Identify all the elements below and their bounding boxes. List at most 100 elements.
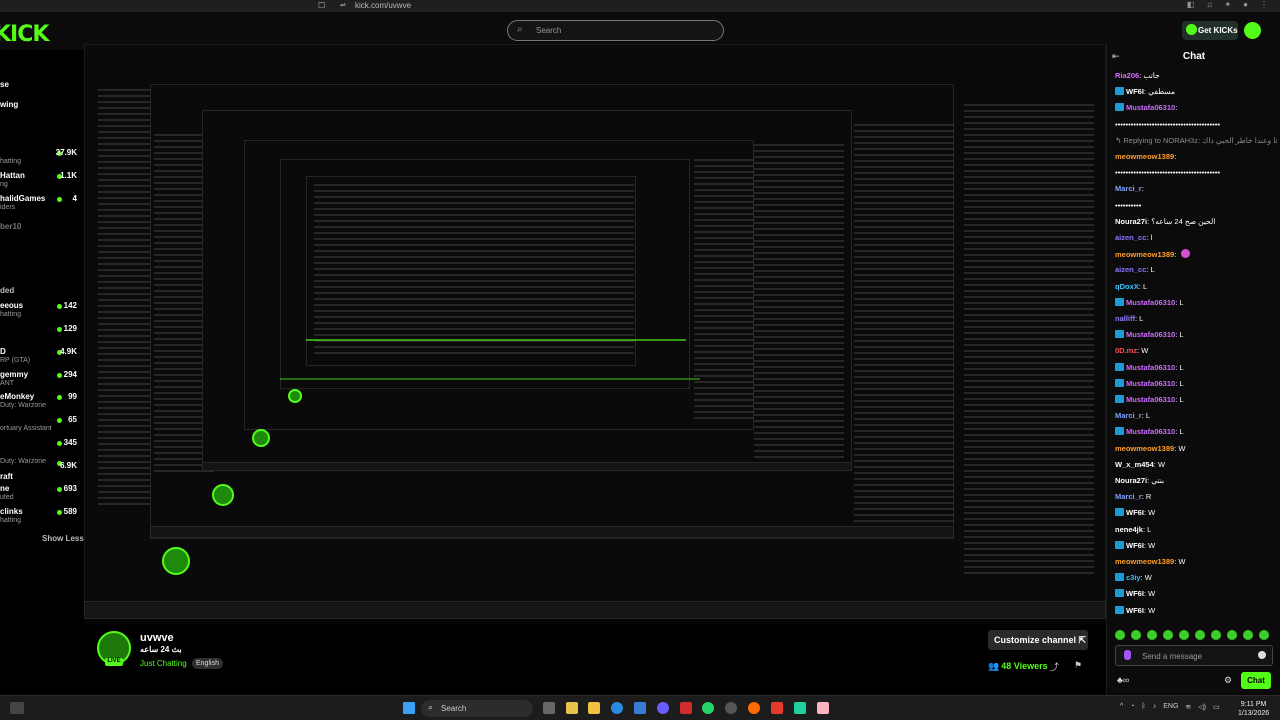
chat-username[interactable]: Marci_r xyxy=(1115,411,1142,420)
mic-icon[interactable]: ♪ xyxy=(1153,703,1157,711)
profile-icon[interactable]: ● xyxy=(1243,0,1248,9)
sidebar-channel[interactable]: ne uted 693 xyxy=(0,484,80,504)
sidebar-channel[interactable]: hatting 37.9K xyxy=(0,148,80,168)
sidebar-channel[interactable]: ortuary Assistant 65 xyxy=(0,415,80,435)
language-indicator[interactable]: ENG xyxy=(1163,703,1178,711)
chat-username[interactable]: Mustafa06310 xyxy=(1126,427,1175,436)
discord-icon[interactable] xyxy=(657,702,669,714)
sidebar-channel[interactable]: gemmy ANT 294 xyxy=(0,370,80,390)
wifi-icon[interactable]: ≋ xyxy=(1185,703,1191,711)
volume-icon[interactable]: ◁) xyxy=(1198,703,1206,711)
chat-username[interactable]: Mustafa06310 xyxy=(1126,298,1175,307)
emote-icon[interactable] xyxy=(1211,630,1221,640)
taskbar-search[interactable]: ⌕ Search xyxy=(421,700,533,717)
customize-channel-button[interactable]: Customize channel ⇱ xyxy=(988,630,1088,650)
emote-icon[interactable] xyxy=(1115,630,1125,640)
language-tag[interactable]: English xyxy=(192,658,223,669)
emote-icon[interactable] xyxy=(1259,630,1269,640)
emote-icon[interactable] xyxy=(1227,630,1237,640)
streamer-name[interactable]: uvwve xyxy=(140,632,174,644)
send-chat-button[interactable]: Chat xyxy=(1241,672,1271,689)
sidebar-channel[interactable]: clinks hatting 589 xyxy=(0,507,80,527)
chevron-up-icon[interactable]: ^ xyxy=(1120,703,1123,711)
obs-icon[interactable] xyxy=(725,702,737,714)
brave-icon[interactable] xyxy=(748,702,760,714)
notepad-icon[interactable] xyxy=(817,702,829,714)
menu-icon[interactable]: ⋮ xyxy=(1260,0,1268,9)
chat-username[interactable]: meowmeow1389 xyxy=(1115,444,1174,453)
chat-username[interactable]: 0D.mz xyxy=(1115,346,1137,355)
chat-username[interactable]: meowmeow1389 xyxy=(1115,557,1174,566)
chat-username[interactable]: Mustafa06310 xyxy=(1126,330,1175,339)
chat-username[interactable]: WF6I xyxy=(1126,589,1144,598)
get-kicks-button[interactable]: Get KICKs xyxy=(1182,21,1238,40)
app-icon[interactable] xyxy=(680,702,692,714)
share-icon[interactable]: ⤴ xyxy=(1050,660,1059,673)
sidebar-channel[interactable]: Duty: Warzone 6.9K xyxy=(0,448,80,470)
file-explorer-icon[interactable] xyxy=(588,702,600,714)
sidebar-channel[interactable]: D RP (GTA) 4.9K xyxy=(0,347,80,367)
emote-icon[interactable] xyxy=(1195,630,1205,640)
chat-username[interactable]: Mustafa06310 xyxy=(1126,103,1175,112)
emote-icon[interactable] xyxy=(1243,630,1253,640)
emote-icon[interactable] xyxy=(1131,630,1141,640)
chat-username[interactable]: Mustafa06310 xyxy=(1126,379,1175,388)
gear-icon[interactable]: ⚙ xyxy=(1224,675,1232,686)
whatsapp-icon[interactable] xyxy=(702,702,714,714)
chat-username[interactable]: WF6I xyxy=(1126,87,1144,96)
chat-username[interactable]: Marci_r xyxy=(1115,492,1142,501)
chat-username[interactable]: WF6I xyxy=(1126,606,1144,615)
address-bar[interactable]: kick.com/uvwve xyxy=(355,1,411,10)
site-info-icon[interactable]: ⇌ xyxy=(340,1,346,9)
weather-widget-icon[interactable] xyxy=(10,702,24,714)
chat-username[interactable]: Ria206 xyxy=(1115,71,1139,80)
sidebar-channel[interactable]: 129 xyxy=(0,324,80,344)
show-less-button[interactable]: Show Less xyxy=(42,534,84,543)
chat-username[interactable]: Noura27i xyxy=(1115,476,1147,485)
network-icon[interactable]: ◔ xyxy=(1130,703,1134,711)
sidebar-channel[interactable]: ber10 xyxy=(0,222,80,242)
search-input[interactable]: ⌕ Search xyxy=(507,20,724,41)
chat-username[interactable]: Marci_r xyxy=(1115,184,1142,193)
emote-icon[interactable] xyxy=(1147,630,1157,640)
sidebar-channel[interactable]: Hattan ng 1.1K xyxy=(0,171,80,191)
chat-username[interactable]: Noura27i xyxy=(1115,217,1147,226)
puzzle-icon[interactable]: ✦ xyxy=(1224,0,1231,9)
chat-username[interactable]: nalliff xyxy=(1115,314,1135,323)
chat-username[interactable]: meowmeow1389 xyxy=(1115,250,1174,259)
copilot-icon[interactable] xyxy=(566,702,578,714)
clock[interactable]: 9:11 PM 1/13/2026 xyxy=(1238,700,1269,718)
stream-category[interactable]: Just Chatting xyxy=(140,659,187,668)
chat-username[interactable]: W_x_m454 xyxy=(1115,460,1154,469)
sidebar-nav-following[interactable]: wing xyxy=(0,100,18,109)
chat-username[interactable]: nene4jk xyxy=(1115,525,1143,534)
chat-input[interactable]: Send a message xyxy=(1115,645,1273,666)
brave-browser-icon[interactable] xyxy=(771,702,783,714)
start-icon[interactable] xyxy=(403,702,415,714)
store-icon[interactable] xyxy=(634,702,646,714)
music-icon[interactable]: ♫ xyxy=(1206,0,1212,9)
chat-username[interactable]: Mustafa06310 xyxy=(1126,363,1175,372)
sidebar-channel[interactable]: halidGames iders 4 xyxy=(0,194,80,214)
extensions-icon[interactable]: ◧ xyxy=(1187,0,1195,9)
chat-username[interactable]: qDoxX xyxy=(1115,282,1139,291)
emoji-picker-icon[interactable] xyxy=(1258,651,1266,659)
bluetooth-icon[interactable]: ᛒ xyxy=(1142,703,1146,711)
edge-icon[interactable] xyxy=(611,702,623,714)
chat-username[interactable]: aizen_cc xyxy=(1115,265,1146,274)
chat-username[interactable]: WF6I xyxy=(1126,541,1144,550)
sidebar-nav-browse[interactable]: se xyxy=(0,80,9,89)
chat-username[interactable]: meowmeow1389 xyxy=(1115,152,1174,161)
video-player[interactable] xyxy=(84,44,1106,624)
kicks-infinity-icon[interactable]: ♣∞ xyxy=(1117,675,1129,685)
sidebar-channel[interactable]: eMonkey Duty: Warzone 99 xyxy=(0,392,80,412)
emote-icon[interactable] xyxy=(1179,630,1189,640)
app-icon[interactable] xyxy=(794,702,806,714)
chat-username[interactable]: Mustafa06310 xyxy=(1126,395,1175,404)
emote-icon[interactable] xyxy=(1163,630,1173,640)
report-icon[interactable]: ⚑ xyxy=(1074,660,1082,671)
kick-logo[interactable]: KICK xyxy=(0,22,49,47)
sidebar-channel[interactable]: eeous hatting 142 xyxy=(0,301,80,321)
chat-username[interactable]: aizen_cc xyxy=(1115,233,1146,242)
chat-username[interactable]: c3iy xyxy=(1126,573,1141,582)
